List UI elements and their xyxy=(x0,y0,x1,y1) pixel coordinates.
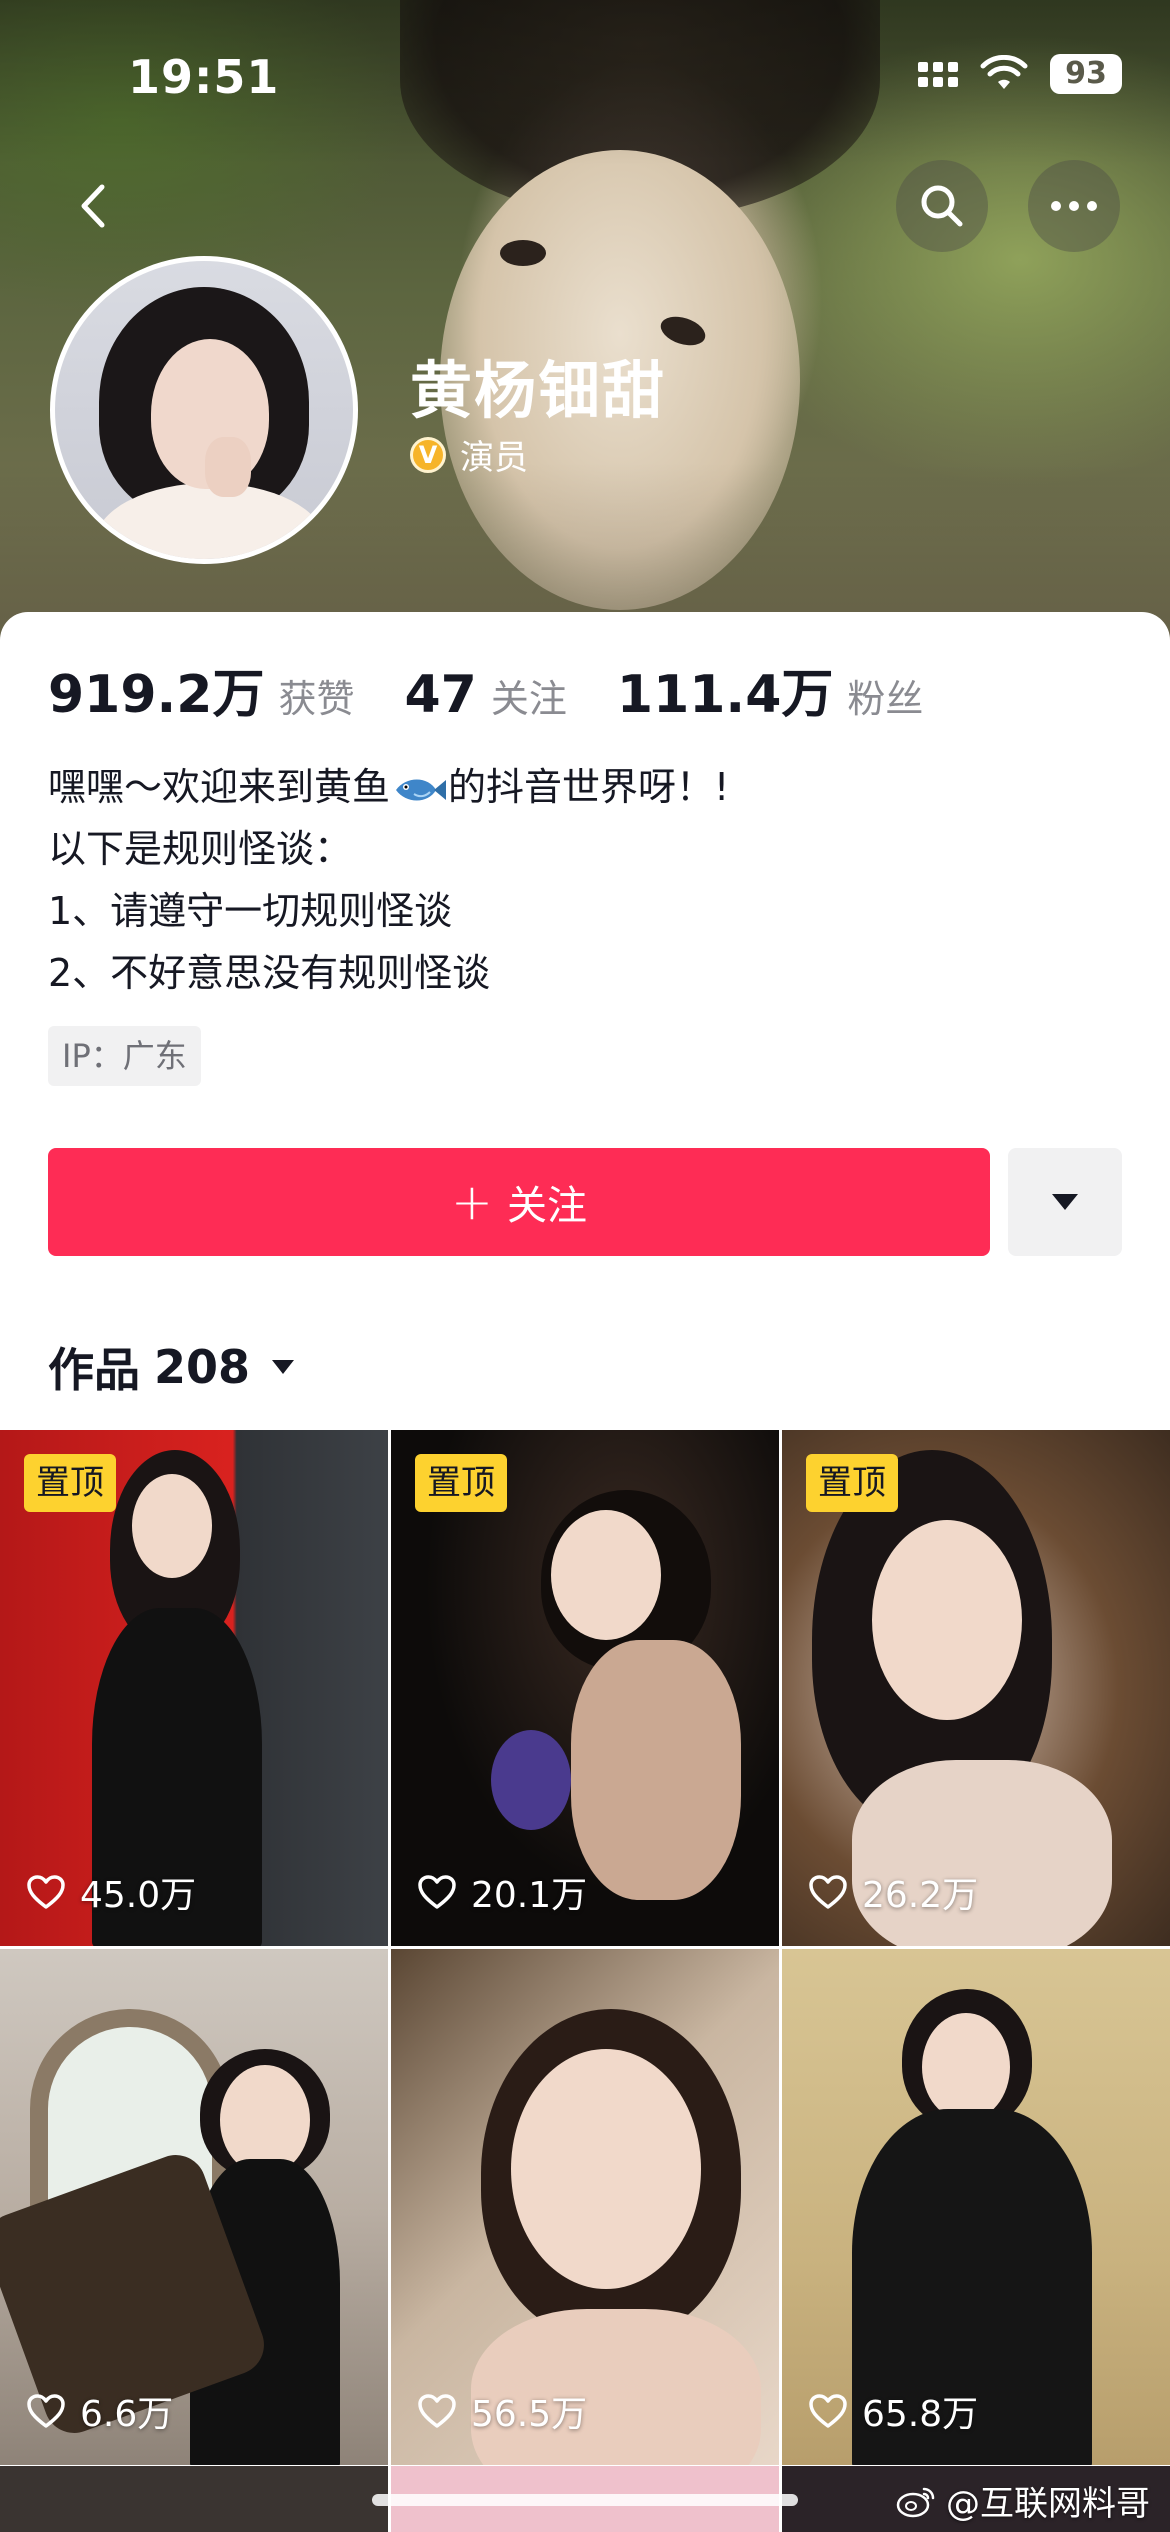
heart-icon xyxy=(418,1875,456,1909)
caret-down-icon xyxy=(272,1360,295,1374)
status-icons: 93 xyxy=(918,54,1122,94)
watermark: @互联网料哥 xyxy=(896,2476,1150,2525)
video-likes: 56.5万 xyxy=(417,2385,587,2437)
video-thumbnail[interactable]: 置顶 26.2万 xyxy=(782,1430,1170,1946)
heart-icon xyxy=(418,2394,456,2428)
video-thumbnail[interactable]: 6.6万 xyxy=(0,1949,388,2465)
video-likes: 20.1万 xyxy=(417,1866,587,1918)
bio-line: 1、请遵守一切规则怪谈 xyxy=(48,889,453,933)
works-tab[interactable]: 作品 208 xyxy=(48,1334,295,1400)
status-time: 19:51 xyxy=(128,50,280,104)
likes-label: 获赞 xyxy=(278,677,355,721)
video-likes: 6.6万 xyxy=(26,2385,173,2437)
battery-icon: 93 xyxy=(1050,54,1122,94)
back-button[interactable] xyxy=(48,160,140,252)
profile-bio: 嘿嘿～欢迎来到黄鱼 的抖音世界呀！! 以下是规则怪谈： 1、请遵守一切规则怪谈 … xyxy=(48,756,729,1004)
bio-line: 以下是规则怪谈： xyxy=(48,827,353,871)
following-count[interactable]: 47 xyxy=(405,665,477,725)
search-icon xyxy=(921,185,963,227)
video-likes: 65.8万 xyxy=(808,2385,978,2437)
followers-count[interactable]: 111.4万 xyxy=(617,652,833,727)
pinned-badge: 置顶 xyxy=(806,1454,898,1512)
weibo-icon xyxy=(896,2487,935,2517)
profile-stats: 919.2万 获赞 47 关注 111.4万 粉丝 xyxy=(48,652,973,727)
video-thumbnail[interactable]: 56.5万 xyxy=(391,1949,779,2465)
video-thumbnail[interactable]: 65.8万 xyxy=(782,1949,1170,2465)
video-thumbnail[interactable] xyxy=(0,2466,388,2532)
more-button[interactable] xyxy=(1028,160,1120,252)
likes-count: 919.2万 xyxy=(48,665,265,725)
avatar[interactable] xyxy=(50,256,358,564)
heart-icon xyxy=(27,2394,65,2428)
video-thumbnail[interactable]: 置顶 20.1万 xyxy=(391,1430,779,1946)
works-count: 208 xyxy=(154,1340,251,1394)
video-likes: 26.2万 xyxy=(808,1866,978,1918)
pinned-badge: 置顶 xyxy=(415,1454,507,1512)
works-label: 作品 xyxy=(48,1343,140,1397)
bio-line: 嘿嘿～欢迎来到黄鱼 的抖音世界呀！! xyxy=(48,765,730,809)
fish-emoji-icon xyxy=(396,779,447,800)
recommend-dropdown-button[interactable] xyxy=(1008,1148,1122,1256)
caret-down-icon xyxy=(1052,1194,1078,1210)
home-indicator[interactable] xyxy=(372,2494,798,2506)
followers-label[interactable]: 粉丝 xyxy=(847,668,923,723)
bio-line: 2、不好意思没有规则怪谈 xyxy=(48,951,491,995)
ip-location-tag: IP：广东 xyxy=(48,1026,201,1086)
profile-name: 黄杨钿甜 xyxy=(410,354,667,427)
verified-label: 演员 xyxy=(460,438,528,478)
video-grid: 置顶 45.0万 置顶 20.1万 置顶 26.2万 6.6万 56.5万 65… xyxy=(0,1430,1170,2465)
more-icon xyxy=(1051,201,1097,211)
video-thumbnail[interactable]: 置顶 45.0万 xyxy=(0,1430,388,1946)
profile-content: 919.2万 获赞 47 关注 111.4万 粉丝 嘿嘿～欢迎来到黄鱼 的抖音世… xyxy=(0,612,1170,2532)
chevron-left-icon xyxy=(81,184,105,228)
follow-button[interactable]: + 关注 xyxy=(48,1148,990,1256)
verified-row: V 演员 xyxy=(410,430,528,479)
heart-icon xyxy=(27,1875,65,1909)
plus-icon: + xyxy=(451,1173,493,1231)
search-button[interactable] xyxy=(896,160,988,252)
following-label[interactable]: 关注 xyxy=(491,668,567,723)
heart-icon xyxy=(809,1875,847,1909)
wifi-icon xyxy=(980,55,1028,89)
signal-icon xyxy=(918,61,958,87)
follow-label: 关注 xyxy=(506,1183,587,1229)
heart-icon xyxy=(809,2394,847,2428)
pinned-badge: 置顶 xyxy=(24,1454,116,1512)
video-likes: 45.0万 xyxy=(26,1866,196,1918)
verified-badge-icon: V xyxy=(410,436,446,473)
